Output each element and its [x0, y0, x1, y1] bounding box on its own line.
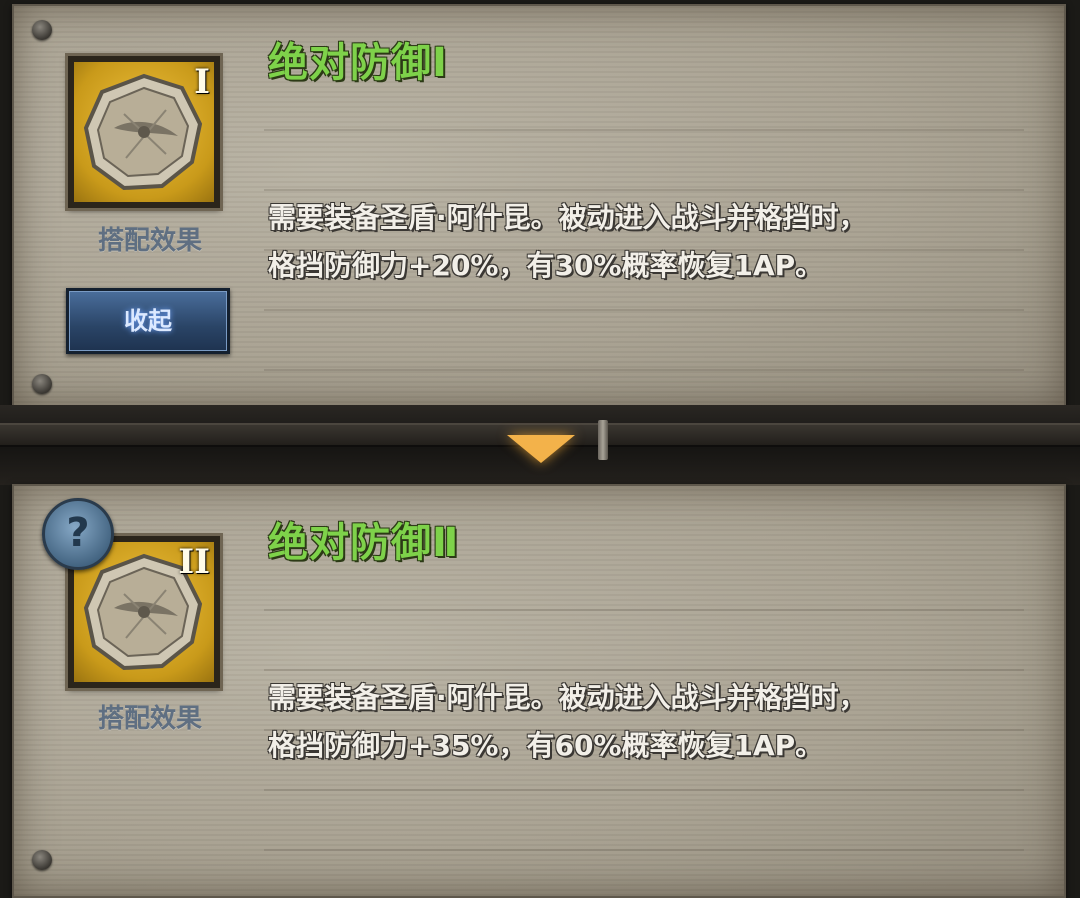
collapse-button[interactable]: 收起: [66, 288, 230, 354]
help-icon[interactable]: ?: [42, 498, 114, 570]
rivet-icon: [32, 374, 52, 394]
expand-arrow-icon[interactable]: [507, 435, 575, 463]
skill-title: 绝对防御Ⅱ: [268, 520, 460, 566]
shield-emblem-icon: [74, 62, 214, 202]
tier-numeral: I: [194, 62, 210, 102]
description-line: 格挡防御力+35%，有60%概率恢复1AP。: [268, 729, 824, 762]
rivet-icon: [32, 850, 52, 870]
combo-effect-label: 搭配效果: [97, 226, 202, 256]
tier-numeral: II: [178, 542, 210, 582]
skill-description: 需要装备圣盾·阿什昆。被动进入战斗并格挡时， 格挡防御力+20%，有30%概率恢…: [268, 194, 1028, 290]
rivet-icon: [32, 20, 52, 40]
divider-post: [598, 420, 608, 460]
combo-effect-label: 搭配效果: [97, 704, 202, 734]
panel-divider: [0, 405, 1080, 485]
description-line: 需要装备圣盾·阿什昆。被动进入战斗并格挡时，: [268, 681, 867, 714]
skill-description: 需要装备圣盾·阿什昆。被动进入战斗并格挡时， 格挡防御力+35%，有60%概率恢…: [268, 674, 1028, 770]
skill-icon-frame[interactable]: I: [68, 56, 220, 208]
skill-panel-1: I 搭配效果 收起 绝对防御Ⅰ 需要装备圣盾·阿什昆。被动进入战斗并格挡时， 格…: [12, 4, 1066, 410]
skill-panel-2: II ? 搭配效果 绝对防御Ⅱ 需要装备圣盾·阿什昆。被动进入战斗并格挡时， 格…: [12, 484, 1066, 898]
description-line: 需要装备圣盾·阿什昆。被动进入战斗并格挡时，: [268, 201, 867, 234]
skill-title: 绝对防御Ⅰ: [268, 40, 448, 86]
description-line: 格挡防御力+20%，有30%概率恢复1AP。: [268, 249, 824, 282]
